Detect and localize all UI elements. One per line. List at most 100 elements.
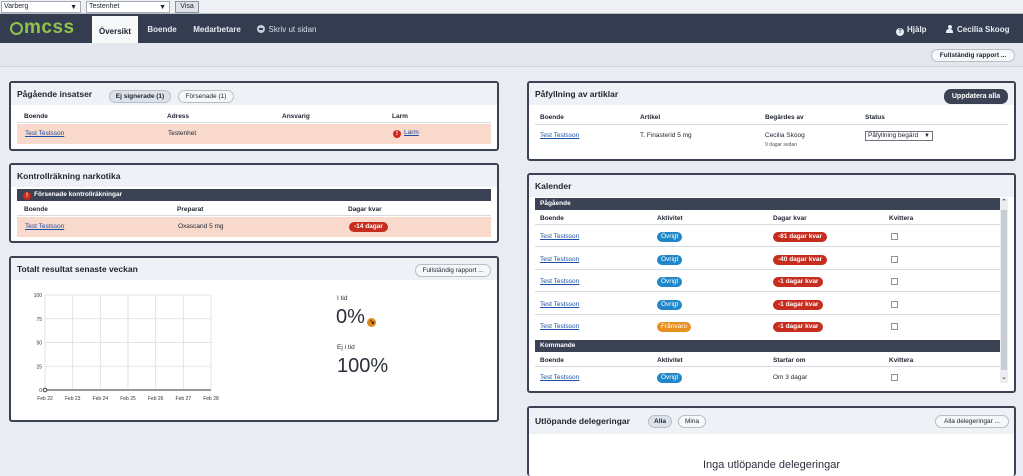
x-tick-label: Feb 26 (148, 396, 164, 402)
resident-link[interactable]: Test Testsson (540, 233, 579, 240)
drug-cell: Oxascand 5 mg (178, 223, 224, 230)
table-row: Test Testsson Testenhet ! Larm (17, 124, 491, 144)
report-bar: Fullständig rapport ... (0, 43, 1023, 67)
user-menu[interactable]: Cecilia Skoog (946, 14, 1009, 43)
weekly-title: Totalt resultat senaste veckan (17, 264, 138, 274)
resident-link[interactable]: Test Testsson (540, 132, 579, 139)
ongoing-actions-panel: Pågående insatser Ej signerade (1) Förse… (9, 81, 499, 151)
acknowledge-checkbox[interactable] (891, 374, 898, 381)
col-starts-in: Startar om (773, 357, 806, 364)
alarm-cell: ! Larm (393, 129, 419, 138)
col-requested-by: Begärdes av (765, 114, 804, 121)
logo[interactable]: mcss (10, 18, 75, 38)
scrollbar-thumb[interactable] (1001, 210, 1007, 370)
acknowledge-checkbox[interactable] (891, 255, 898, 263)
col-activity: Aktivitet (657, 215, 683, 222)
refill-title: Påfyllning av artiklar (535, 89, 619, 99)
requested-by-cell: Cecilia Skoog (765, 132, 805, 139)
full-report-button[interactable]: Fullständig rapport ... (931, 49, 1015, 62)
nav-tab-staff[interactable]: Medarbetare (188, 14, 246, 43)
scroll-up-icon[interactable]: ⌃ (1000, 199, 1008, 207)
acknowledge-checkbox[interactable] (891, 278, 898, 285)
unit-select-value: Varberg (4, 3, 29, 10)
subunit-select[interactable]: Testenhet ▼ (86, 1, 170, 13)
weekly-result-panel: Totalt resultat senaste veckan Fullständ… (9, 256, 499, 422)
print-page-link[interactable]: Skriv ut sidan (254, 14, 320, 43)
late-value: 100% (337, 355, 389, 377)
alert-icon: ! (23, 192, 31, 200)
unit-selector-bar: Varberg ▼ Testenhet ▼ Visa (0, 0, 1023, 14)
article-cell: T. Finasterid 5 mg (640, 132, 692, 139)
col-acknowledge: Kvittera (889, 215, 914, 222)
ongoing-actions-title: Pågående insatser (17, 89, 93, 99)
resident-link[interactable]: Test Testsson (540, 374, 579, 381)
chevron-down-icon: ▼ (924, 133, 930, 139)
col-days-left: Dagar kvar (773, 215, 807, 222)
x-tick-label: Feb 27 (176, 396, 192, 402)
y-tick-label: 50 (36, 341, 42, 347)
empty-state-text: Inga utlöpande delegeringar (702, 459, 840, 471)
x-tick-label: Feb 28 (203, 396, 219, 402)
update-all-button[interactable]: Uppdatera alla (944, 89, 1008, 104)
logo-text: mcss (24, 17, 75, 38)
unit-select[interactable]: Varberg ▼ (1, 1, 81, 13)
resident-link[interactable]: Test Testsson (25, 223, 64, 230)
nav-tab-residents[interactable]: Boende (142, 14, 182, 43)
on-time-label: I tid (337, 295, 348, 302)
acknowledge-checkbox[interactable] (891, 233, 898, 240)
x-tick-label: Feb 25 (120, 396, 136, 402)
acknowledge-checkbox[interactable] (891, 300, 898, 308)
user-name: Cecilia Skoog (957, 25, 1010, 34)
resident-link[interactable]: Test Testsson (25, 130, 64, 137)
alarm-link[interactable]: Larm (404, 129, 419, 136)
resident-link[interactable]: Test Testsson (540, 278, 579, 285)
address-cell: Testenhet (168, 130, 197, 137)
help-label: Hjälp (907, 25, 927, 34)
late-label: Ej i tid (337, 344, 355, 351)
col-resident: Boende (540, 357, 564, 364)
col-resident: Boende (24, 113, 48, 120)
expiring-delegations-panel: Utlöpande delegeringar Alla Mina Alla de… (527, 406, 1016, 476)
refill-status-select[interactable]: Påfyllning begärd ▼ (865, 131, 933, 141)
activity-badge: Övrigt (657, 277, 683, 287)
weekly-full-report-button[interactable]: Fullständig rapport ... (415, 264, 491, 277)
days-left-badge: -14 dagar (349, 222, 388, 232)
acknowledge-checkbox[interactable] (891, 323, 898, 330)
tab-delayed[interactable]: Försenade (1) (178, 90, 234, 103)
calendar-title: Kalender (535, 181, 572, 191)
col-status: Status (865, 114, 885, 121)
col-resident: Boende (540, 114, 564, 121)
activity-badge: Frånvaro (657, 322, 692, 332)
tab-unsigned[interactable]: Ej signerade (1) (109, 90, 171, 103)
scroll-down-icon[interactable]: ⌄ (1000, 374, 1008, 382)
col-resident: Boende (24, 206, 48, 213)
help-link[interactable]: ? Hjälp (896, 14, 927, 43)
delayed-counts-label: Försenade kontrollräkningar (34, 191, 123, 198)
all-delegations-button[interactable]: Alla delegeringar ... (935, 415, 1009, 428)
y-tick-label: 25 (36, 364, 42, 370)
show-button[interactable]: Visa (175, 1, 199, 13)
on-time-percent: 0% (336, 306, 365, 328)
tab-mine[interactable]: Mina (678, 415, 706, 428)
col-drug: Preparat (177, 206, 204, 213)
weekly-chart: 0 25 50 75 100 Feb 22 Feb 23 Feb 24 Feb 25 Feb 26… (34, 293, 219, 402)
col-alarm: Larm (392, 113, 408, 120)
resident-link[interactable]: Test Testsson (540, 323, 579, 330)
days-left-badge: -1 dagar kvar (773, 322, 824, 332)
x-tick-label: Feb 22 (37, 396, 53, 402)
col-responsible: Ansvarig (282, 113, 310, 120)
resident-link[interactable]: Test Testsson (540, 301, 579, 308)
col-days-left: Dagar kvar (348, 206, 382, 213)
resident-link[interactable]: Test Testsson (540, 256, 579, 263)
y-tick-label: 75 (36, 317, 42, 323)
tab-all[interactable]: Alla (648, 415, 672, 428)
upcoming-section-header: Kommande (535, 340, 1000, 352)
starts-in-cell: Om 3 dagar (773, 374, 808, 381)
row-divider (535, 246, 1000, 247)
col-resident: Boende (540, 215, 564, 222)
days-left-badge: -1 dagar kvar (773, 299, 824, 310)
requested-when-cell: 9 dagar sedan (765, 142, 797, 148)
calendar-scrollbar[interactable]: ⌃ ⌄ (1000, 198, 1008, 383)
nav-tab-overview[interactable]: Översikt (92, 14, 138, 43)
activity-badge: Övrigt (657, 299, 683, 310)
